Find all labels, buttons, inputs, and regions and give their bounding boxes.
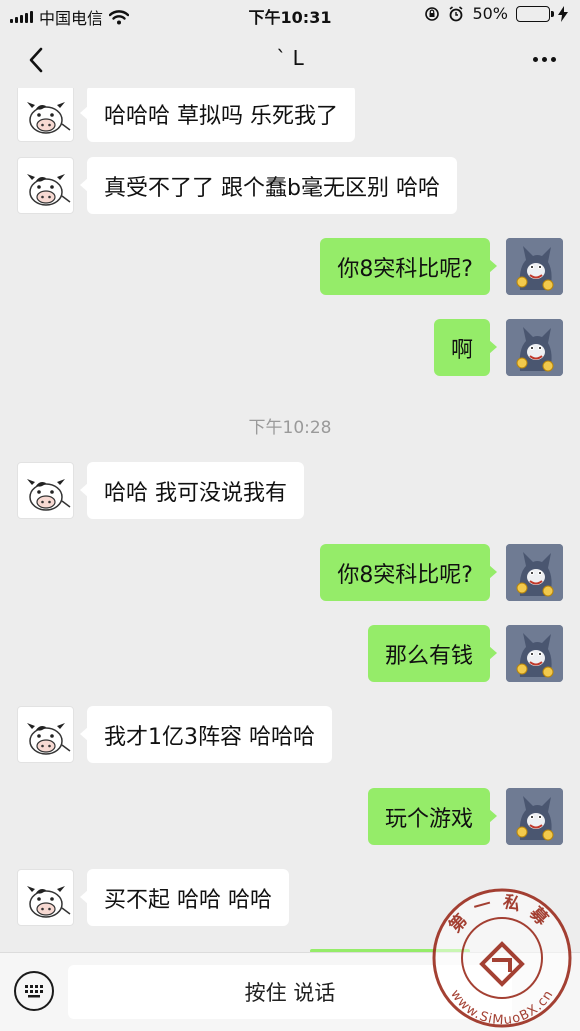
cat-avatar-icon [506,625,563,682]
message-bubble[interactable]: 哈哈 我可没说我有 [80,462,304,519]
watermark-seal: 第一私募 www.SiMuoBX.cn [432,888,572,1028]
more-dot [550,56,556,62]
message-list[interactable]: 哈哈哈 草拟吗 乐死我了 真受不了了 跟个蠢b毫无区别 哈哈 你8突科比呢? 啊 [0,88,580,950]
message-bubble[interactable]: 我才1亿3阵容 哈哈哈 [80,706,332,763]
cow-avatar-icon [27,174,71,206]
message-bubble[interactable]: 你8突科比呢? [320,238,497,295]
cow-avatar-icon [27,723,71,755]
message-text: 哈哈哈 草拟吗 乐死我了 [104,103,338,129]
contact-avatar[interactable] [17,462,74,519]
message-bubble[interactable]: 啊 [433,319,498,376]
cat-avatar-icon [506,788,563,845]
message-text: 你8突科比呢? [337,256,473,282]
my-avatar[interactable] [506,544,563,601]
keyboard-toggle-button[interactable] [14,971,54,1011]
message-text: 那么有钱 [384,643,473,669]
status-right: 50% [424,4,568,23]
more-dot [541,56,547,62]
status-bar: 中国电信 下午10:31 50% [0,0,580,30]
message-bubble[interactable]: 你8突科比呢? [320,544,497,601]
my-avatar[interactable] [506,238,563,295]
contact-avatar[interactable] [17,88,74,142]
rotation-lock-icon [425,6,440,21]
message-text: 玩个游戏 [384,806,473,832]
cow-avatar-icon [27,886,71,918]
message-bubble[interactable]: 哈哈哈 草拟吗 乐死我了 [80,88,355,142]
chat-title: ˋ L [276,46,304,70]
cow-avatar-icon [27,479,71,511]
nav-bar: ˋ L [0,30,580,88]
message-bubble[interactable]: 真受不了了 跟个蠢b毫无区别 哈哈 [80,157,457,214]
message-bubble[interactable]: 玩个游戏 [367,788,498,845]
my-avatar[interactable] [506,625,563,682]
message-text: 我才1亿3阵容 哈哈哈 [104,724,315,750]
message-text: 买不起 哈哈 哈哈 [104,887,272,913]
message-text: 哈哈 我可没说我有 [104,480,287,506]
charging-icon [558,5,568,22]
battery-icon [516,5,554,22]
my-avatar[interactable] [506,788,563,845]
my-avatar[interactable] [506,319,563,376]
message-text: 你8突科比呢? [337,562,473,588]
cat-avatar-icon [506,319,563,376]
more-dot [532,56,538,62]
contact-avatar[interactable] [17,706,74,763]
more-button[interactable] [526,44,562,74]
message-text: 真受不了了 跟个蠢b毫无区别 哈哈 [104,175,440,201]
cat-avatar-icon [506,544,563,601]
contact-avatar[interactable] [17,157,74,214]
alarm-icon [449,5,463,21]
battery-percent: 50% [472,4,508,23]
cow-avatar-icon [27,102,71,134]
message-text: 啊 [450,337,473,363]
message-bubble[interactable]: 那么有钱 [367,625,498,682]
message-timestamp: 下午10:28 [248,418,332,438]
contact-avatar[interactable] [17,869,74,926]
keyboard-icon [25,985,43,998]
cat-avatar-icon [506,238,563,295]
message-bubble[interactable]: 买不起 哈哈 哈哈 [80,869,289,926]
